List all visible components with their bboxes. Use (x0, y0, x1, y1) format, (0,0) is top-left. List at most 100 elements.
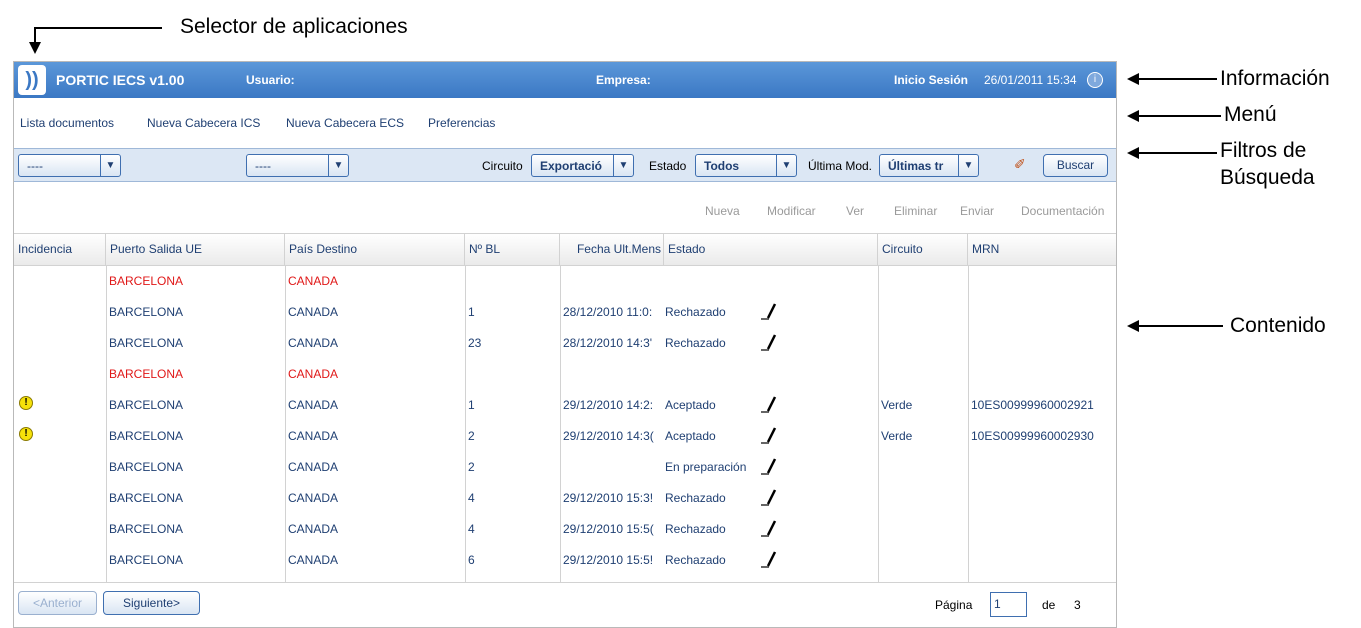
filter-select-2[interactable]: ---- ▼ (246, 154, 349, 177)
column-header-mrn[interactable]: MRN (968, 234, 1116, 265)
chevron-down-icon: ▼ (328, 155, 348, 176)
edit-pencil-icon[interactable] (760, 394, 778, 414)
table-row[interactable]: BARCELONA CANADA (14, 266, 1116, 297)
usuario-label: Usuario: (246, 73, 295, 87)
app-title: PORTIC IECS v1.00 (56, 72, 185, 88)
cell-pais: CANADA (288, 553, 339, 567)
table-row[interactable]: BARCELONA CANADA 4 29/12/2010 15:3! Rechazad… (14, 483, 1116, 514)
menu-item-preferencias[interactable]: Preferencias (428, 116, 495, 130)
cell-fecha: 28/12/2010 11:0: (563, 305, 653, 319)
cell-fecha: 29/12/2010 14:2: (563, 398, 654, 412)
cell-bl: 2 (468, 460, 475, 474)
session-label: Inicio Sesión (894, 73, 969, 87)
warning-incidence-icon: ! (19, 427, 33, 441)
selector-annotation-label: Selector de aplicaciones (180, 15, 408, 38)
table-row[interactable]: ! BARCELONA CANADA 1 29/12/2010 14:2: Aceptad… (14, 390, 1116, 421)
column-header-incidencia[interactable]: Incidencia (14, 234, 106, 265)
action-documentacion[interactable]: Documentación (1021, 204, 1104, 218)
cell-fecha: 29/12/2010 15:5! (563, 553, 654, 567)
page-number-input[interactable]: 1 (990, 592, 1027, 617)
menu-item-nueva-cabecera-ics[interactable]: Nueva Cabecera ICS (147, 116, 260, 130)
edit-pencil-icon[interactable] (760, 456, 778, 476)
cell-puerto: BARCELONA (109, 553, 184, 567)
action-eliminar[interactable]: Eliminar (894, 204, 937, 218)
cell-bl: 1 (468, 398, 475, 412)
table-row[interactable]: ! BARCELONA CANADA 2 29/12/2010 14:3(Aceptad… (14, 421, 1116, 452)
cell-mrn: 10ES00999960002930 (971, 429, 1094, 443)
action-modificar[interactable]: Modificar (767, 204, 816, 218)
cell-estado: En preparación (665, 460, 747, 474)
previous-page-button[interactable]: <Anterior (18, 591, 97, 615)
action-toolbar: Nueva Modificar Ver Eliminar Enviar Docu… (14, 183, 1116, 233)
circuito-select[interactable]: Exportació ▼ (531, 154, 634, 177)
column-header-estado[interactable]: Estado (664, 234, 878, 265)
filtros-annotation-label-1: Filtros de (1220, 139, 1307, 162)
cell-pais: CANADA (288, 274, 339, 288)
column-header-pais-destino[interactable]: País Destino (285, 234, 465, 265)
cell-pais: CANADA (288, 305, 339, 319)
info-icon[interactable]: i (1087, 72, 1103, 88)
cell-mrn: 10ES00999960002921 (971, 398, 1094, 412)
edit-pencil-icon[interactable] (760, 425, 778, 445)
contenido-annotation-label: Contenido (1230, 314, 1326, 337)
table-row[interactable]: BARCELONA CANADA 6 29/12/2010 15:5! Rechazad… (14, 545, 1116, 576)
ultima-mod-filter-label: Última Mod. (808, 159, 873, 173)
table-row[interactable]: BARCELONA CANADA 1 28/12/2010 11:0: Rechazad… (14, 297, 1116, 328)
circuito-filter-label: Circuito (482, 159, 523, 173)
header-bar: )) PORTIC IECS v1.00 Usuario: Empresa: I… (14, 62, 1116, 98)
search-button[interactable]: Buscar (1043, 154, 1108, 177)
chevron-down-icon: ▼ (100, 155, 120, 176)
warning-incidence-icon: ! (19, 396, 33, 410)
menu-annotation-label: Menú (1224, 103, 1277, 126)
cell-fecha: 28/12/2010 14:3' (563, 336, 653, 350)
action-enviar[interactable]: Enviar (960, 204, 994, 218)
column-header-circuito[interactable]: Circuito (878, 234, 968, 265)
cell-pais: CANADA (288, 429, 339, 443)
circuito-select-value: Exportació (540, 159, 603, 173)
edit-pencil-icon[interactable] (760, 332, 778, 352)
session-datetime: 26/01/2011 15:34 (984, 73, 1077, 87)
table-row[interactable]: BARCELONA CANADA (14, 359, 1116, 390)
cell-estado: Rechazado (665, 305, 726, 319)
table-row[interactable]: BARCELONA CANADA 2 En preparación (14, 452, 1116, 483)
cell-puerto: BARCELONA (109, 522, 184, 536)
edit-pencil-icon[interactable] (760, 518, 778, 538)
table-header: Incidencia Puerto Salida UE País Destino… (14, 233, 1116, 266)
cell-fecha: 29/12/2010 14:3( (563, 429, 654, 443)
filter-select-1-value: ---- (27, 159, 43, 173)
filtros-annotation-label-2: Búsqueda (1220, 166, 1315, 189)
cell-estado: Aceptado (665, 398, 716, 412)
column-header-fecha[interactable]: Fecha Ult.Mens (560, 234, 664, 265)
cell-estado: Rechazado (665, 491, 726, 505)
filter-select-1[interactable]: ---- ▼ (18, 154, 121, 177)
cell-pais: CANADA (288, 522, 339, 536)
cell-puerto: BARCELONA (109, 429, 184, 443)
table-row[interactable]: BARCELONA CANADA 23 28/12/2010 14:3' Rechaza… (14, 328, 1116, 359)
cell-bl: 2 (468, 429, 475, 443)
next-page-button[interactable]: Siguiente> (103, 591, 200, 615)
action-nueva[interactable]: Nueva (705, 204, 740, 218)
cell-puerto: BARCELONA (109, 336, 184, 350)
cell-fecha: 29/12/2010 15:3! (563, 491, 654, 505)
cell-circuito: Verde (881, 398, 913, 412)
total-pages: 3 (1074, 598, 1081, 612)
column-header-puerto-salida[interactable]: Puerto Salida UE (106, 234, 285, 265)
estado-select[interactable]: Todos ▼ (695, 154, 797, 177)
clear-filters-eraser-icon[interactable]: ✐ (1014, 157, 1032, 171)
menu-item-lista-documentos[interactable]: Lista documentos (20, 116, 114, 130)
ultima-mod-select[interactable]: Últimas tr ▼ (879, 154, 979, 177)
action-ver[interactable]: Ver (846, 204, 864, 218)
edit-pencil-icon[interactable] (760, 301, 778, 321)
edit-pencil-icon[interactable] (760, 549, 778, 569)
column-header-numero-bl[interactable]: Nº BL (465, 234, 560, 265)
informacion-annotation-label: Información (1220, 67, 1330, 90)
cell-bl: 1 (468, 305, 475, 319)
menu-item-nueva-cabecera-ecs[interactable]: Nueva Cabecera ECS (286, 116, 404, 130)
app-selector-logo-icon[interactable]: )) (18, 65, 46, 95)
estado-filter-label: Estado (649, 159, 687, 173)
chevron-down-icon: ▼ (958, 155, 978, 176)
edit-pencil-icon[interactable] (760, 487, 778, 507)
table-row[interactable]: BARCELONA CANADA 4 29/12/2010 15:5(Rechazad… (14, 514, 1116, 545)
selector-annotation-line-vertical (34, 27, 36, 42)
pagination-bar: <Anterior Siguiente> Página 1 de 3 (14, 584, 1116, 627)
